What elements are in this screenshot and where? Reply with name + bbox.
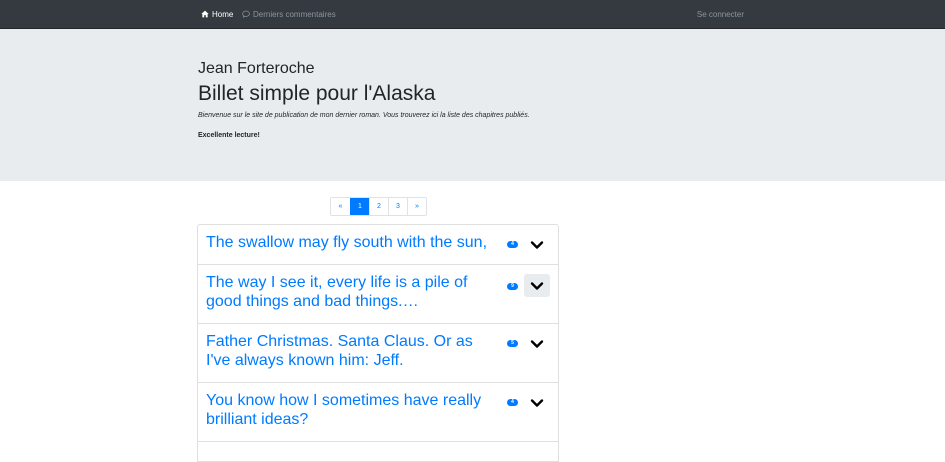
navbar: Home Derniers commentaires Se connecter xyxy=(0,0,945,29)
chapter-card: You know how I sometimes have really bri… xyxy=(197,383,559,442)
home-icon xyxy=(201,10,209,18)
comment-count-badge: 5 xyxy=(507,340,518,347)
chevron-down-icon xyxy=(530,339,544,348)
chevron-down-icon xyxy=(530,398,544,407)
nav-home-link[interactable]: Home xyxy=(201,0,233,28)
author-name: Jean Forteroche xyxy=(198,60,315,77)
page-3-button[interactable]: 3 xyxy=(388,198,407,215)
jumbotron: Jean Forteroche Billet simple pour l'Ala… xyxy=(0,29,945,181)
chapter-card xyxy=(197,442,559,462)
expand-button[interactable] xyxy=(524,274,550,297)
page-next-button[interactable]: » xyxy=(407,198,426,215)
login-link[interactable]: Se connecter xyxy=(697,0,744,28)
nav-comments-link[interactable]: Derniers commentaires xyxy=(242,0,336,28)
expand-button[interactable] xyxy=(524,391,550,414)
page-2-button[interactable]: 2 xyxy=(369,198,388,215)
welcome-text: Bienvenue sur le site de publication de … xyxy=(198,112,530,119)
comment-count-badge: 9 xyxy=(507,283,518,290)
chapter-card: The way I see it, every life is a pile o… xyxy=(197,265,559,324)
chapter-title-link[interactable]: You know how I sometimes have really bri… xyxy=(198,383,558,429)
chapter-title-link[interactable]: The swallow may fly south with the sun, xyxy=(198,225,558,252)
nav-home-label: Home xyxy=(212,9,234,19)
chapter-title-link[interactable]: Father Christmas. Santa Claus. Or as I'v… xyxy=(198,324,558,370)
chevron-down-icon xyxy=(530,281,544,290)
page-1-button[interactable]: 1 xyxy=(350,198,369,215)
chapter-card: Father Christmas. Santa Claus. Or as I'v… xyxy=(197,324,559,383)
comment-count-badge: 4 xyxy=(507,399,518,406)
chapter-list: The swallow may fly south with the sun, … xyxy=(197,224,559,462)
chapter-card: The swallow may fly south with the sun, … xyxy=(197,224,559,265)
chapter-title-link[interactable]: The way I see it, every life is a pile o… xyxy=(198,265,558,311)
page-prev-button[interactable]: « xyxy=(331,198,350,215)
nav-comments-label: Derniers commentaires xyxy=(253,9,336,19)
comment-count-badge: 4 xyxy=(507,241,518,248)
comment-icon xyxy=(242,10,250,18)
expand-button[interactable] xyxy=(524,233,550,256)
site-title: Billet simple pour l'Alaska xyxy=(198,82,436,105)
expand-button[interactable] xyxy=(524,332,550,355)
chevron-down-icon xyxy=(530,240,544,249)
reading-text: Excellente lecture! xyxy=(198,132,260,139)
pagination: « 1 2 3 » xyxy=(330,197,427,216)
